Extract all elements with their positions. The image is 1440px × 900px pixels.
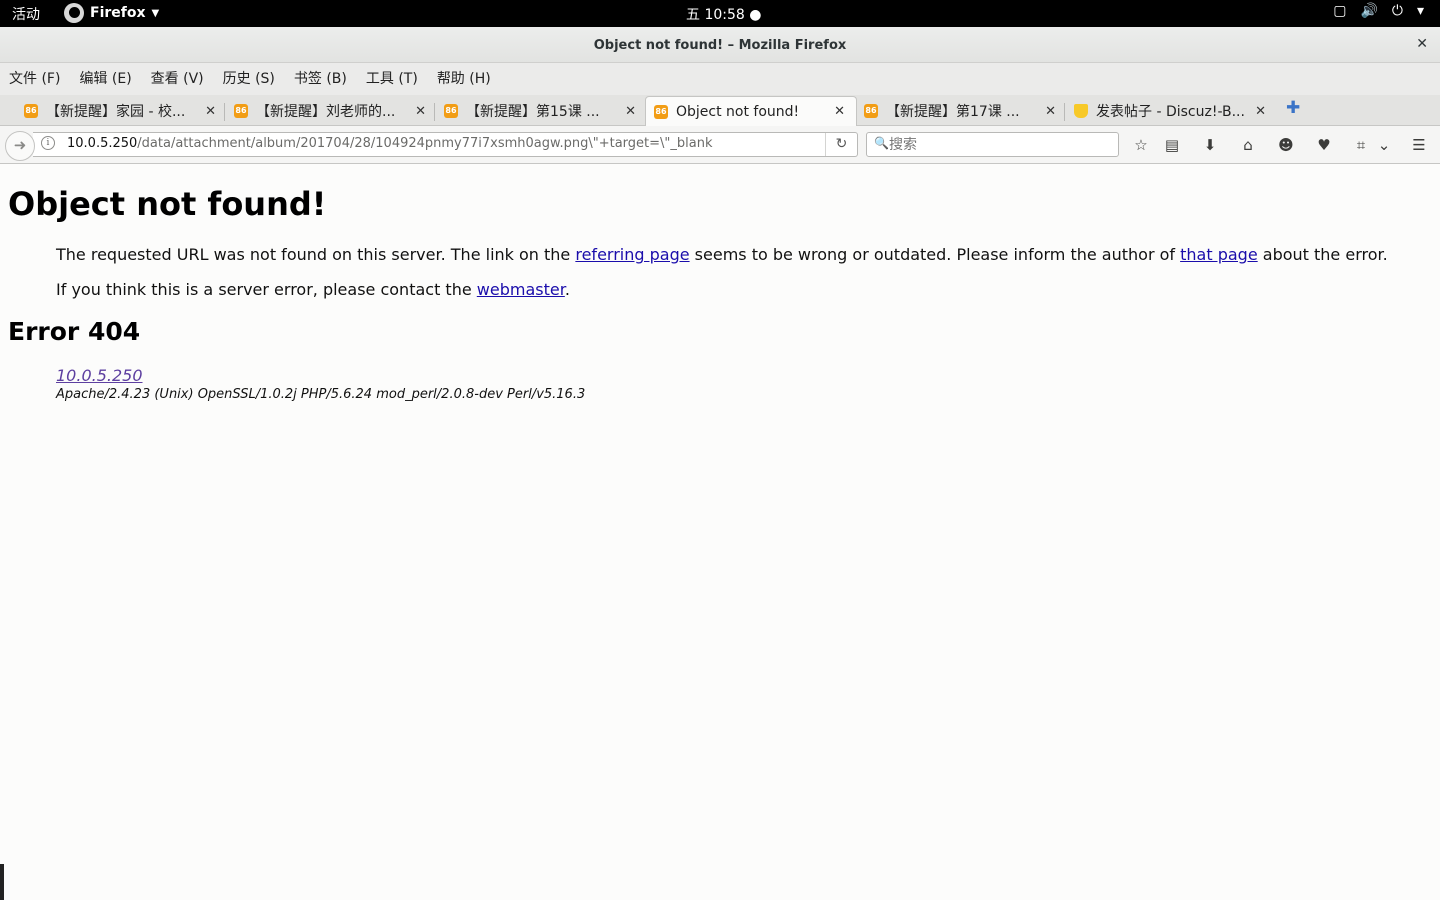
reload-icon[interactable]: ↻: [825, 133, 857, 156]
text: about the error.: [1257, 245, 1388, 264]
caret-down-icon: ▼: [151, 7, 160, 19]
text: The requested URL was not found on this …: [56, 245, 576, 264]
error-code-heading: Error 404: [8, 317, 141, 346]
tab-item[interactable]: 发表帖子 - Discuz!-B... ✕: [1074, 97, 1266, 125]
volume-icon: 🔊: [1360, 3, 1378, 19]
site-favicon-icon: 86: [234, 104, 248, 118]
tab-close-icon[interactable]: ✕: [205, 104, 216, 119]
back-button[interactable]: ➜: [5, 131, 35, 161]
screen-icon: ▢: [1333, 3, 1347, 19]
page-content: Object not found! The requested URL was …: [0, 165, 1440, 900]
tab-divider: [434, 103, 435, 121]
chevron-down-icon: ▾: [1416, 3, 1424, 19]
activities-button[interactable]: 活动: [12, 4, 40, 24]
download-icon[interactable]: ⬇: [1199, 134, 1221, 156]
that-page-link[interactable]: that page: [1180, 245, 1258, 264]
site-favicon-icon: 86: [24, 104, 38, 118]
home-icon[interactable]: ⌂: [1237, 134, 1259, 156]
tab-item[interactable]: 86 【新提醒】刘老师的... ✕: [234, 97, 426, 125]
tab-close-icon[interactable]: ✕: [415, 104, 426, 119]
system-tray[interactable]: ▢ 🔊 ⏻ ▾: [1333, 3, 1424, 19]
pocket-icon[interactable]: ♥: [1313, 134, 1335, 156]
webmaster-link[interactable]: webmaster: [477, 280, 565, 299]
search-icon: 🔍: [874, 136, 889, 150]
site-favicon-icon: 86: [654, 104, 668, 119]
url-path: /data/attachment/album/201704/28/104924p…: [137, 136, 713, 151]
power-icon: ⏻: [1391, 3, 1403, 19]
tab-label: 【新提醒】第15课 ...: [466, 104, 600, 120]
tab-strip: 86 【新提醒】家园 - 校... ✕ 86 【新提醒】刘老师的... ✕ 86…: [0, 95, 1440, 126]
window-titlebar: Object not found! – Mozilla Firefox ✕: [0, 27, 1440, 63]
site-favicon-icon: 86: [444, 104, 458, 118]
text: seems to be wrong or outdated. Please in…: [689, 245, 1181, 264]
server-signature: Apache/2.4.23 (Unix) OpenSSL/1.0.2j PHP/…: [56, 387, 586, 402]
url-text[interactable]: 10.0.5.250/data/attachment/album/201704/…: [67, 136, 712, 151]
navigation-toolbar: i 10.0.5.250/data/attachment/album/20170…: [0, 126, 1440, 164]
tab-item-active[interactable]: 86 Object not found! ✕: [645, 96, 857, 126]
back-arrow-icon: ➜: [13, 136, 27, 154]
server-home-link[interactable]: 10.0.5.250: [56, 366, 143, 385]
text: .: [564, 280, 570, 299]
tab-close-icon[interactable]: ✕: [625, 104, 636, 119]
site-favicon-icon: 86: [864, 104, 878, 118]
app-menu-label: Firefox: [90, 5, 146, 21]
tab-label: 【新提醒】第17课 ...: [886, 104, 1020, 120]
overflow-chevron-icon[interactable]: ⌄: [1373, 134, 1395, 156]
menu-edit[interactable]: 编辑 (E): [79, 63, 131, 95]
reading-list-icon[interactable]: ▤: [1161, 134, 1183, 156]
tab-label: Object not found!: [676, 103, 800, 120]
tab-close-icon[interactable]: ✕: [834, 104, 845, 119]
tab-label: 发表帖子 - Discuz!-B...: [1096, 104, 1245, 120]
hamburger-menu-icon[interactable]: ☰: [1408, 134, 1430, 156]
search-input[interactable]: [889, 134, 1114, 155]
error-description: The requested URL was not found on this …: [56, 245, 1388, 264]
menu-bookmarks[interactable]: 书签 (B): [294, 63, 347, 95]
search-bar[interactable]: 🔍: [866, 132, 1119, 157]
menu-file[interactable]: 文件 (F): [9, 63, 60, 95]
menu-bar: 文件 (F) 编辑 (E) 查看 (V) 历史 (S) 书签 (B) 工具 (T…: [0, 63, 1440, 95]
contact-paragraph: If you think this is a server error, ple…: [56, 280, 570, 299]
menu-history[interactable]: 历史 (S): [223, 63, 275, 95]
tab-close-icon[interactable]: ✕: [1045, 104, 1056, 119]
url-bar[interactable]: i 10.0.5.250/data/attachment/album/20170…: [33, 132, 858, 157]
menu-help[interactable]: 帮助 (H): [437, 63, 491, 95]
page-title: Object not found!: [8, 185, 327, 223]
tab-label: 【新提醒】家园 - 校...: [46, 104, 186, 120]
chat-icon[interactable]: ☻: [1275, 134, 1297, 156]
new-tab-button[interactable]: ✚: [1286, 98, 1300, 118]
tab-item[interactable]: 86 【新提醒】家园 - 校... ✕: [24, 97, 216, 125]
site-info-icon[interactable]: i: [41, 136, 55, 150]
referring-page-link[interactable]: referring page: [575, 245, 689, 264]
text: If you think this is a server error, ple…: [56, 280, 477, 299]
tab-divider: [224, 103, 225, 121]
app-menu[interactable]: Firefox ▼: [64, 3, 159, 23]
url-host: 10.0.5.250: [67, 136, 138, 151]
bookmark-star-icon[interactable]: ☆: [1130, 134, 1152, 156]
server-address: 10.0.5.250 Apache/2.4.23 (Unix) OpenSSL/…: [56, 366, 585, 402]
window-title: Object not found! – Mozilla Firefox: [593, 38, 847, 53]
window-close-icon[interactable]: ✕: [1416, 36, 1428, 52]
discuz-favicon-icon: [1074, 104, 1088, 118]
screenshot-icon[interactable]: ⌗: [1350, 134, 1372, 156]
firefox-logo-icon: [64, 3, 84, 23]
menu-tools[interactable]: 工具 (T): [366, 63, 418, 95]
edge-handle: [0, 864, 4, 900]
tab-item[interactable]: 86 【新提醒】第15课 ... ✕: [444, 97, 636, 125]
menu-view[interactable]: 查看 (V): [151, 63, 204, 95]
tab-item[interactable]: 86 【新提醒】第17课 ... ✕: [864, 97, 1056, 125]
clock[interactable]: 五 10:58 ●: [686, 4, 761, 24]
tab-divider: [1064, 103, 1065, 121]
tab-close-icon[interactable]: ✕: [1255, 104, 1266, 119]
tab-label: 【新提醒】刘老师的...: [256, 104, 396, 120]
gnome-top-bar: 活动 Firefox ▼ 五 10:58 ● ▢ 🔊 ⏻ ▾: [0, 0, 1440, 27]
